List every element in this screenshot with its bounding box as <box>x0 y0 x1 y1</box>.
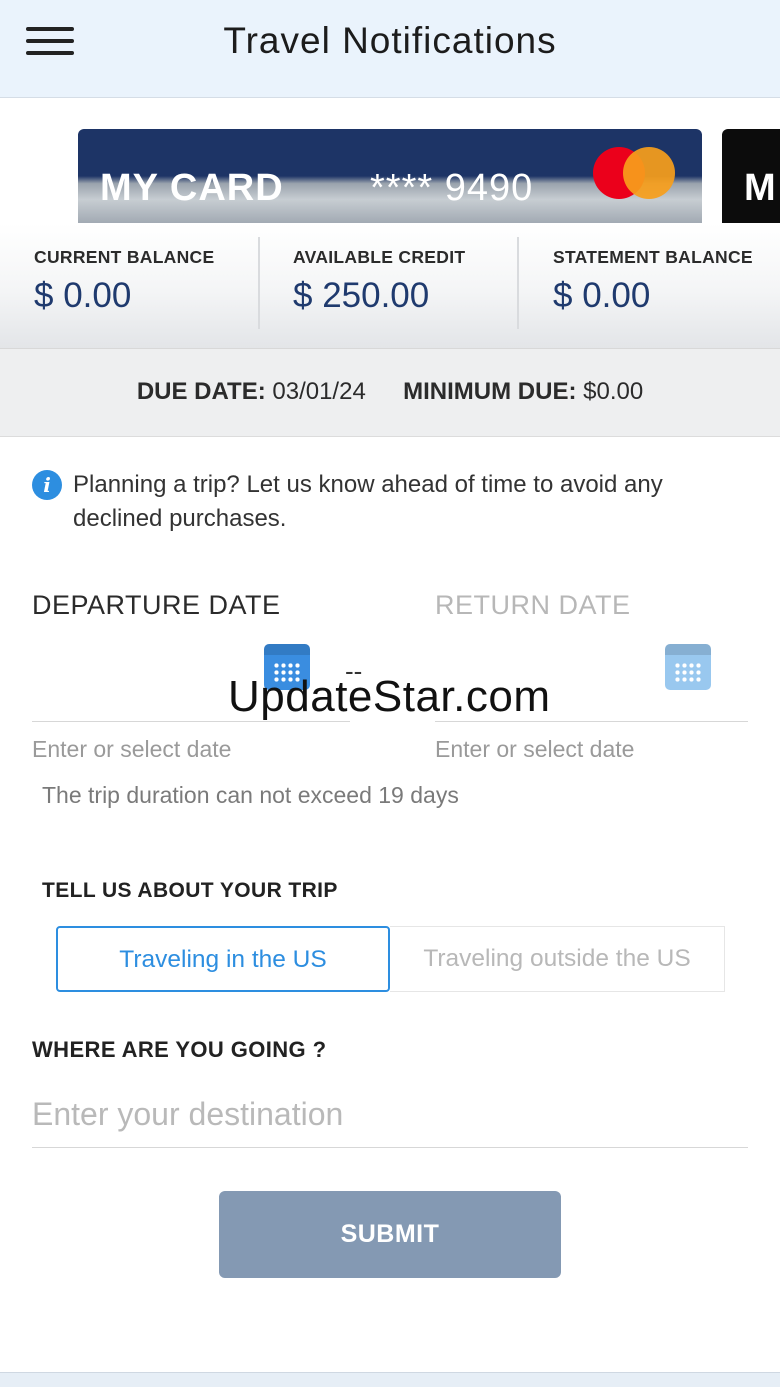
card-my-card[interactable]: MY CARD **** 9490 <box>78 129 702 223</box>
departure-date-hint: Enter or select date <box>32 736 232 762</box>
available-credit-label: AVAILABLE CREDIT <box>293 247 466 267</box>
info-text: Planning a trip? Let us know ahead of ti… <box>73 471 663 532</box>
card-name: MY CARD <box>100 167 284 209</box>
destination-label: WHERE ARE YOU GOING ? <box>32 1037 327 1062</box>
current-balance: CURRENT BALANCE $ 0.00 <box>34 223 214 335</box>
card-next-name: M <box>744 167 776 209</box>
due-date-value: 03/01/24 <box>272 378 366 405</box>
return-date-label: RETURN DATE <box>435 590 631 620</box>
calendar-icon[interactable] <box>665 644 711 690</box>
watermark: UpdateStar.com <box>228 672 551 721</box>
statement-balance-label: STATEMENT BALANCE <box>553 247 753 267</box>
card-next[interactable]: M <box>722 129 780 223</box>
statement-balance-value: $ 0.00 <box>553 276 651 315</box>
page-title: Travel Notifications <box>223 20 557 61</box>
balance-summary: CURRENT BALANCE $ 0.00 AVAILABLE CREDIT … <box>0 223 780 349</box>
card-number: **** 9490 <box>370 167 534 209</box>
minimum-due-value: $0.00 <box>583 378 644 405</box>
traveling-outside-us-option[interactable]: Traveling outside the US <box>390 926 725 992</box>
departure-date-group: DEPARTURE DATE Enter or select date <box>32 590 350 762</box>
return-date-hint: Enter or select date <box>435 736 635 762</box>
divider <box>258 237 260 329</box>
trip-type-label: TELL US ABOUT YOUR TRIP <box>42 879 338 902</box>
return-date-group: RETURN DATE Enter or select date <box>435 590 748 762</box>
current-balance-value: $ 0.00 <box>34 276 132 315</box>
bottom-bar <box>0 1372 780 1387</box>
trip-duration-note: The trip duration can not exceed 19 days <box>42 782 459 808</box>
app-header: Travel Notifications <box>0 0 780 98</box>
current-balance-label: CURRENT BALANCE <box>34 247 215 267</box>
info-icon: i <box>32 470 62 500</box>
departure-date-label: DEPARTURE DATE <box>32 590 281 620</box>
statement-balance: STATEMENT BALANCE $ 0.00 <box>553 223 753 335</box>
traveling-in-us-option[interactable]: Traveling in the US <box>56 926 390 992</box>
divider <box>517 237 519 329</box>
available-credit: AVAILABLE CREDIT $ 250.00 <box>293 223 465 335</box>
due-summary: DUE DATE: 03/01/24 MINIMUM DUE: $0.00 <box>0 349 780 437</box>
minimum-due-label: MINIMUM DUE: <box>403 378 577 405</box>
due-date-label: DUE DATE: <box>136 378 266 405</box>
submit-button[interactable]: SUBMIT <box>219 1191 561 1278</box>
card-carousel[interactable]: MY CARD **** 9490 M <box>0 99 780 223</box>
mastercard-logo-circle <box>623 147 675 199</box>
available-credit-value: $ 250.00 <box>293 276 430 315</box>
trip-type-selector: Traveling in the US Traveling outside th… <box>56 926 725 992</box>
destination-input[interactable] <box>32 1082 748 1148</box>
